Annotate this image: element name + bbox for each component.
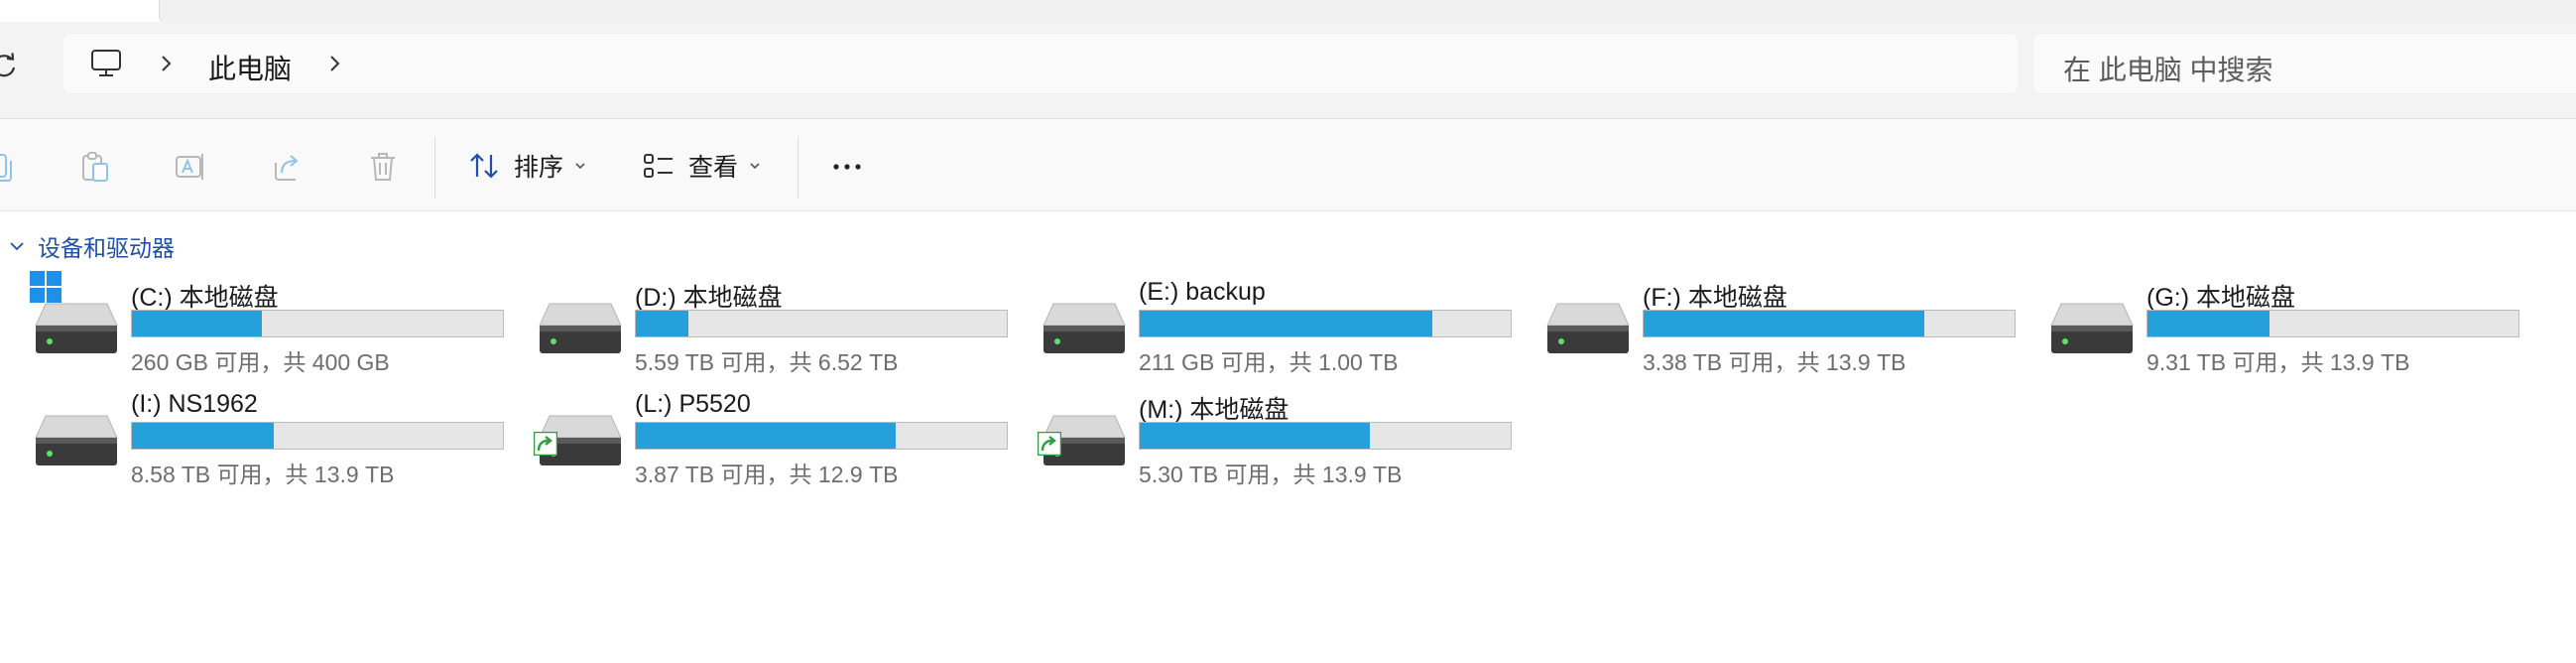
share-icon[interactable] xyxy=(270,149,306,185)
drive-name: (G:) 本地磁盘 xyxy=(2147,284,2295,312)
drive-usage-bar xyxy=(635,422,1008,450)
drive-name: (I:) NS1962 xyxy=(131,390,258,418)
drive-item[interactable]: (L:) P5520 3.87 TB 可用，共 12.9 TB xyxy=(533,384,1022,487)
paste-icon[interactable] xyxy=(77,149,113,185)
drive-usage-bar xyxy=(1643,310,2016,337)
drive-usage-fill xyxy=(132,423,275,449)
sort-button[interactable]: 排序 xyxy=(466,141,587,191)
breadcrumb[interactable]: 此电脑 xyxy=(63,34,2018,93)
drive-name: (D:) 本地磁盘 xyxy=(635,284,783,312)
section-title: 设备和驱动器 xyxy=(38,235,175,261)
drive-usage-bar xyxy=(1139,422,1512,450)
drive-usage-bar xyxy=(635,310,1008,337)
drive-free-space: 5.59 TB 可用，共 6.52 TB xyxy=(635,349,899,375)
view-button[interactable]: 查看 xyxy=(641,141,762,191)
address-row: 此电脑 在 此电脑 中搜索 xyxy=(0,22,2576,119)
this-pc-icon[interactable] xyxy=(89,49,123,78)
drive-free-space: 5.30 TB 可用，共 13.9 TB xyxy=(1139,462,1403,487)
copy-icon[interactable] xyxy=(0,149,16,185)
drive-usage-fill xyxy=(636,423,896,449)
search-input[interactable]: 在 此电脑 中搜索 xyxy=(2033,34,2576,93)
sort-icon xyxy=(470,153,498,179)
drive-name: (M:) 本地磁盘 xyxy=(1139,396,1289,424)
view-label: 查看 xyxy=(688,154,739,182)
hard-drive-icon xyxy=(2047,292,2137,361)
drive-name: (F:) 本地磁盘 xyxy=(1643,284,1787,312)
drive-usage-bar xyxy=(2147,310,2519,337)
drive-free-space: 3.87 TB 可用，共 12.9 TB xyxy=(635,462,899,487)
windows-logo-icon xyxy=(29,270,62,304)
drive-usage-fill xyxy=(1140,423,1370,449)
chevron-down-icon xyxy=(750,163,760,170)
drive-free-space: 3.38 TB 可用，共 13.9 TB xyxy=(1643,349,1906,375)
chevron-down-icon xyxy=(575,163,585,170)
drive-name: (C:) 本地磁盘 xyxy=(131,284,279,312)
drive-free-space: 8.58 TB 可用，共 13.9 TB xyxy=(131,462,395,487)
network-share-icon xyxy=(1037,431,1062,457)
drive-item[interactable]: (F:) 本地磁盘 3.38 TB 可用，共 13.9 TB xyxy=(1543,272,2029,375)
divider xyxy=(0,210,2576,211)
drive-usage-fill xyxy=(1140,311,1433,336)
refresh-icon[interactable] xyxy=(0,50,20,81)
command-bar: 排序 查看 xyxy=(0,119,2576,210)
chevron-right-icon[interactable] xyxy=(155,52,177,75)
drive-item[interactable]: (D:) 本地磁盘 5.59 TB 可用，共 6.52 TB xyxy=(536,272,1022,375)
drive-item[interactable]: (M:) 本地磁盘 5.30 TB 可用，共 13.9 TB xyxy=(1037,384,1526,487)
drive-free-space: 9.31 TB 可用，共 13.9 TB xyxy=(2147,349,2410,375)
drive-free-space: 211 GB 可用，共 1.00 TB xyxy=(1139,349,1399,375)
drive-name: (L:) P5520 xyxy=(635,390,751,418)
drive-name: (E:) backup xyxy=(1139,278,1266,306)
search-placeholder: 在 此电脑 中搜索 xyxy=(2063,55,2273,85)
network-share-icon xyxy=(533,431,558,457)
drive-usage-bar xyxy=(131,310,504,337)
rename-icon[interactable] xyxy=(173,149,208,185)
file-explorer-window: 此电脑 在 此电脑 中搜索 排序 查看 设备和驱动器 (C:) 本地磁盘 260… xyxy=(0,0,2576,663)
hard-drive-icon xyxy=(32,404,121,473)
drive-usage-fill xyxy=(636,311,689,336)
drive-item[interactable]: (C:) 本地磁盘 260 GB 可用，共 400 GB xyxy=(29,270,518,375)
tab[interactable] xyxy=(159,0,2576,24)
toolbar-separator xyxy=(797,137,798,199)
breadcrumb-item-this-pc[interactable]: 此电脑 xyxy=(208,48,292,87)
drive-usage-bar xyxy=(1139,310,1512,337)
chevron-right-icon[interactable] xyxy=(323,52,345,75)
sort-label: 排序 xyxy=(514,154,564,182)
drive-usage-fill xyxy=(2147,311,2270,336)
delete-icon[interactable] xyxy=(365,149,401,185)
view-icon xyxy=(644,154,673,178)
chevron-down-icon xyxy=(10,242,24,251)
tab-strip xyxy=(0,0,2576,24)
drive-usage-bar xyxy=(131,422,504,450)
drive-usage-fill xyxy=(1644,311,1925,336)
drive-item[interactable]: (G:) 本地磁盘 9.31 TB 可用，共 13.9 TB xyxy=(2047,272,2533,375)
drive-usage-fill xyxy=(132,311,262,336)
drive-item[interactable]: (I:) NS1962 8.58 TB 可用，共 13.9 TB xyxy=(32,384,518,487)
drive-item[interactable]: (E:) backup 211 GB 可用，共 1.00 TB xyxy=(1040,272,1526,375)
toolbar-separator xyxy=(434,137,435,199)
hard-drive-icon xyxy=(1040,292,1129,361)
hard-drive-icon xyxy=(1543,292,1633,361)
more-options-icon[interactable] xyxy=(829,149,865,185)
drive-free-space: 260 GB 可用，共 400 GB xyxy=(131,349,390,375)
section-header-devices[interactable]: 设备和驱动器 xyxy=(8,230,175,262)
hard-drive-icon xyxy=(536,292,625,361)
